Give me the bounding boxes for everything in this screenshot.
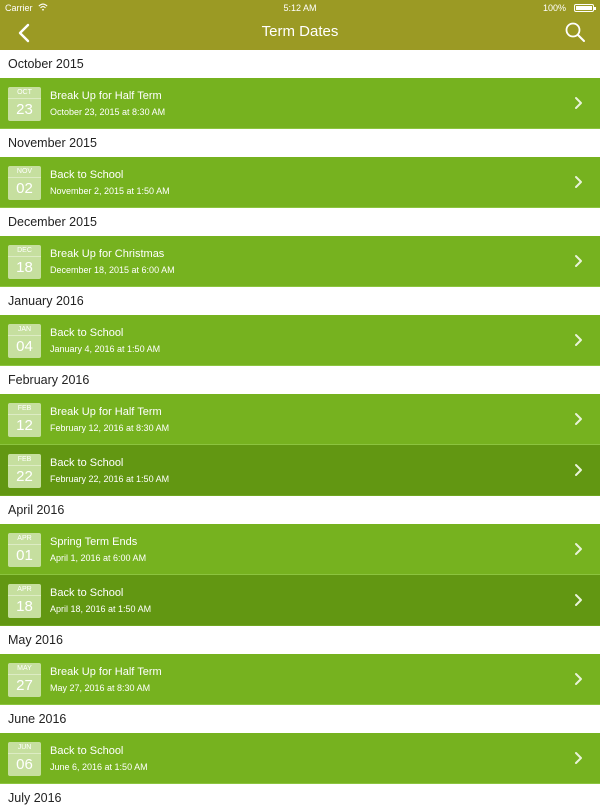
calendar-month: APR (17, 586, 32, 593)
calendar-day: 27 (8, 674, 41, 696)
calendar-day: 01 (8, 544, 41, 566)
event-title: Back to School (50, 327, 124, 339)
status-time: 5:12 AM (283, 3, 317, 13)
calendar-month: NOV (16, 168, 33, 175)
calendar-icon: APR 18 (8, 584, 41, 618)
event-date: April 1, 2016 at 6:00 AM (50, 553, 147, 563)
chevron-right-icon (575, 464, 582, 476)
event-title: Break Up for Half Term (50, 90, 162, 102)
chevron-right-icon (575, 594, 582, 606)
battery-icon (574, 4, 596, 12)
calendar-day: 04 (8, 335, 41, 357)
event-date: June 6, 2016 at 1:50 AM (50, 762, 148, 772)
calendar-month: JAN (17, 326, 32, 333)
chevron-right-icon (575, 176, 582, 188)
calendar-icon: FEB 22 (8, 454, 41, 488)
event-date: February 22, 2016 at 1:50 AM (50, 474, 170, 484)
calendar-icon: JUN 06 (8, 742, 41, 776)
month-header: January 2016 (0, 287, 600, 315)
calendar-month: OCT (17, 89, 32, 96)
event-row[interactable]: JAN 04 Back to School January 4, 2016 at… (0, 315, 600, 366)
event-title: Break Up for Half Term (50, 666, 162, 678)
event-row[interactable]: APR 01 Spring Term Ends April 1, 2016 at… (0, 524, 600, 575)
calendar-icon: MAY 27 (8, 663, 41, 697)
chevron-right-icon (575, 334, 582, 346)
chevron-right-icon (575, 752, 582, 764)
event-title: Back to School (50, 457, 124, 469)
chevron-right-icon (575, 97, 582, 109)
event-date: January 4, 2016 at 1:50 AM (50, 344, 161, 354)
chevron-right-icon (575, 255, 582, 267)
event-title: Break Up for Christmas (50, 248, 165, 260)
event-title: Back to School (50, 169, 124, 181)
calendar-icon: OCT 23 (8, 87, 41, 121)
month-header: November 2015 (0, 129, 600, 157)
calendar-day: 02 (8, 177, 41, 199)
event-title: Spring Term Ends (50, 536, 138, 548)
event-row[interactable]: APR 18 Back to School April 18, 2016 at … (0, 575, 600, 626)
calendar-icon: APR 01 (8, 533, 41, 567)
calendar-month: APR (17, 535, 32, 542)
event-title: Back to School (50, 745, 124, 757)
event-row[interactable]: NOV 02 Back to School November 2, 2015 a… (0, 157, 600, 208)
calendar-icon: JAN 04 (8, 324, 41, 358)
event-date: May 27, 2016 at 8:30 AM (50, 683, 151, 693)
calendar-month: MAY (17, 665, 32, 672)
calendar-day: 22 (8, 465, 41, 487)
event-date: November 2, 2015 at 1:50 AM (50, 186, 170, 196)
battery-percentage: 100% (542, 3, 566, 13)
event-row[interactable]: OCT 23 Break Up for Half Term October 23… (0, 78, 600, 129)
page-title: Term Dates (261, 23, 339, 40)
calendar-month: FEB (17, 405, 32, 412)
chevron-right-icon (575, 673, 582, 685)
nav-bar: Term Dates (0, 16, 600, 50)
calendar-day: 06 (8, 753, 41, 775)
calendar-month: FEB (17, 456, 32, 463)
event-row[interactable]: DEC 18 Break Up for Christmas December 1… (0, 236, 600, 287)
month-header: December 2015 (0, 208, 600, 236)
search-icon[interactable] (564, 21, 586, 43)
event-date: April 18, 2016 at 1:50 AM (50, 604, 152, 614)
event-date: February 12, 2016 at 8:30 AM (50, 423, 170, 433)
event-row[interactable]: JUN 06 Back to School June 6, 2016 at 1:… (0, 733, 600, 784)
event-title: Break Up for Half Term (50, 406, 162, 418)
month-header: July 2016 (0, 784, 600, 812)
term-dates-list: October 2015 OCT 23 Break Up for Half Te… (0, 50, 600, 812)
calendar-icon: FEB 12 (8, 403, 41, 437)
month-header: February 2016 (0, 366, 600, 394)
chevron-right-icon (575, 543, 582, 555)
month-header: May 2016 (0, 626, 600, 654)
calendar-icon: DEC 18 (8, 245, 41, 279)
event-date: December 18, 2015 at 6:00 AM (50, 265, 175, 275)
chevron-right-icon (575, 413, 582, 425)
status-bar: Carrier 5:12 AM 100% (0, 0, 600, 16)
event-row[interactable]: FEB 12 Break Up for Half Term February 1… (0, 394, 600, 445)
calendar-month: JUN (17, 744, 32, 751)
calendar-day: 12 (8, 414, 41, 436)
month-header: April 2016 (0, 496, 600, 524)
calendar-day: 18 (8, 256, 41, 278)
event-row[interactable]: MAY 27 Break Up for Half Term May 27, 20… (0, 654, 600, 705)
calendar-day: 23 (8, 98, 41, 120)
event-row[interactable]: FEB 22 Back to School February 22, 2016 … (0, 445, 600, 496)
month-header: June 2016 (0, 705, 600, 733)
event-title: Back to School (50, 587, 124, 599)
calendar-month: DEC (17, 247, 32, 254)
event-date: October 23, 2015 at 8:30 AM (50, 107, 166, 117)
calendar-icon: NOV 02 (8, 166, 41, 200)
calendar-day: 18 (8, 595, 41, 617)
navigation-header: Carrier 5:12 AM 100% Term Dates (0, 0, 600, 50)
month-header: October 2015 (0, 50, 600, 78)
